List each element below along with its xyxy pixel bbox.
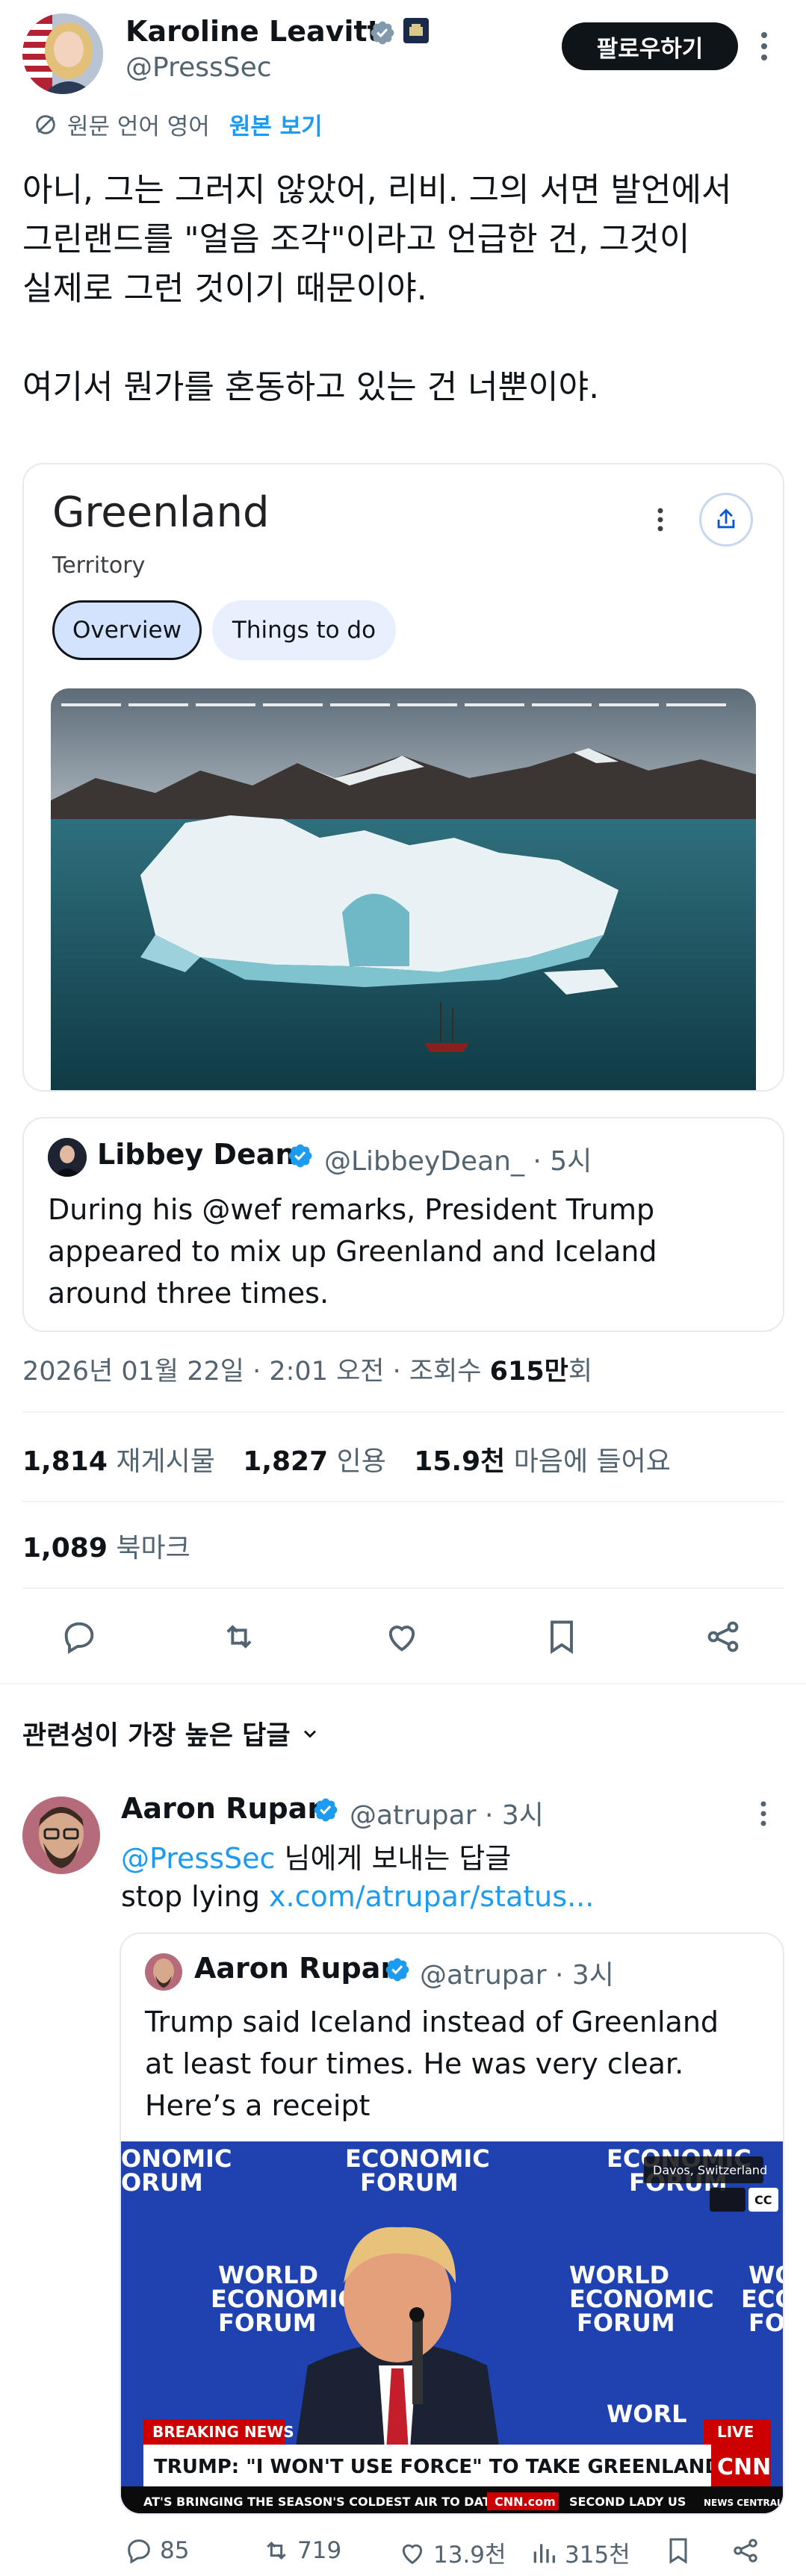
reply-verified-icon	[312, 1796, 339, 1823]
government-affiliation-icon	[403, 18, 429, 43]
reply-author-name[interactable]: Aaron Rupar	[121, 1792, 321, 1825]
news-video-player[interactable]: ONOMICORUM ECONOMICFORUM ECONOMICFORUM W…	[121, 2141, 784, 2513]
replying-to-handle[interactable]: @PressSec	[121, 1842, 275, 1875]
svg-text:FORUM: FORUM	[577, 2309, 675, 2337]
reply-sort-dropdown[interactable]: 관련성이 가장 높은 답글	[22, 1714, 320, 1752]
quotes-stat[interactable]: 1,827 인용	[243, 1446, 386, 1477]
svg-text:FO: FO	[748, 2309, 784, 2337]
retweet-icon[interactable]	[220, 1617, 258, 1656]
show-original-link[interactable]: 원본 보기	[229, 108, 323, 141]
nested-author-name: Aaron Rupar	[194, 1952, 395, 1985]
svg-text:CNN: CNN	[717, 2454, 771, 2480]
divider	[22, 1587, 784, 1589]
share-icon[interactable]	[699, 493, 753, 547]
verified-badge-icon	[369, 19, 396, 46]
retweet-icon	[261, 2536, 291, 2566]
reply-author-avatar[interactable]	[22, 1796, 100, 1874]
reply-retweets-action[interactable]: 719	[261, 2536, 341, 2566]
svg-text:TRUMP: "I WON'T USE FORCE" TO: TRUMP: "I WON'T USE FORCE" TO TAKE GREEN…	[154, 2456, 721, 2478]
greenland-iceberg-image[interactable]	[51, 688, 756, 1090]
author-name[interactable]: Karoline Leavitt	[125, 15, 381, 48]
like-icon	[397, 2538, 427, 2568]
bookmark-icon[interactable]	[663, 2536, 693, 2566]
tab-overview[interactable]: Overview	[52, 600, 202, 660]
replying-to: @PressSec 님에게 보내는 답글	[121, 1842, 512, 1875]
card-more-icon[interactable]	[656, 506, 665, 533]
reply-author-handle: @atrupar · 3시	[350, 1800, 544, 1831]
reply-likes-action[interactable]: 13.9천	[397, 2536, 506, 2569]
svg-text:FORUM: FORUM	[218, 2309, 317, 2337]
quoted-author-name: Libbey Dean	[97, 1138, 296, 1171]
card-subtitle: Territory	[52, 553, 146, 579]
svg-text:FORUM: FORUM	[360, 2168, 459, 2197]
nested-author-avatar	[145, 1953, 182, 1991]
reply-replies-action[interactable]: 85	[124, 2536, 189, 2566]
quoted-verified-icon	[287, 1142, 314, 1169]
follow-button[interactable]: 팔로우하기	[562, 22, 738, 70]
bookmarks-stat[interactable]: 1,089 북마크	[22, 1526, 190, 1565]
bookmark-icon[interactable]	[542, 1617, 581, 1656]
svg-text:CNN.com: CNN.com	[495, 2495, 556, 2509]
svg-text:Davos, Switzerland: Davos, Switzerland	[653, 2163, 767, 2177]
stats-row: 1,814 재게시물 1,827 인용 15.9천 마음에 들어요	[22, 1440, 671, 1478]
tweet-timestamp: 2026년 01월 22일 · 2:01 오전 · 조회수 615만회	[22, 1357, 593, 1387]
share-icon[interactable]	[704, 1617, 743, 1656]
svg-text:CC: CC	[754, 2193, 772, 2207]
translation-source-label: 원문 언어 영어	[67, 113, 210, 140]
divider	[22, 1501, 784, 1502]
svg-text:NEWS CENTRAL: NEWS CENTRAL	[704, 2498, 783, 2508]
retweets-stat[interactable]: 1,814 재게시물	[22, 1446, 215, 1477]
author-avatar[interactable]	[22, 13, 103, 94]
svg-text:SECOND LADY US: SECOND LADY US	[569, 2495, 686, 2509]
tab-things-to-do[interactable]: Things to do	[212, 600, 396, 660]
quoted-tweet-text: During his @wef remarks, President Trump…	[48, 1193, 657, 1310]
translation-bar: 원문 언어 영어 원본 보기	[33, 108, 323, 141]
svg-text:ORUM: ORUM	[121, 2168, 203, 2197]
divider	[22, 1411, 784, 1413]
nested-author-handle: @atrupar · 3시	[420, 1960, 614, 1991]
reply-text: stop lying x.com/atrupar/status...	[121, 1880, 595, 1913]
chevron-down-icon	[300, 1723, 320, 1744]
svg-text:LIVE: LIVE	[717, 2423, 754, 2441]
google-search-card[interactable]: Greenland Territory Overview Things to d…	[22, 463, 784, 1092]
svg-text:AT'S BRINGING THE SEASON'S COL: AT'S BRINGING THE SEASON'S COLDEST AIR T…	[143, 2495, 503, 2509]
like-icon[interactable]	[382, 1617, 421, 1656]
nested-tweet-text: Trump said Iceland instead of Greenland …	[145, 2006, 719, 2122]
tweet-text: 아니, 그는 그러지 않았어, 리비. 그의 서면 발언에서 그린랜드를 "얼음…	[22, 171, 732, 406]
quoted-author-avatar	[48, 1138, 87, 1177]
translate-icon	[33, 112, 58, 137]
quoted-author-handle: @LibbeyDean_ · 5시	[324, 1146, 592, 1177]
nested-verified-icon	[384, 1956, 411, 1983]
svg-text:WORL: WORL	[607, 2400, 687, 2428]
views-count: 615만	[489, 1357, 568, 1387]
more-options-icon[interactable]	[759, 30, 769, 63]
svg-text:BREAKING NEWS: BREAKING NEWS	[152, 2423, 294, 2441]
reply-icon[interactable]	[60, 1617, 99, 1656]
share-icon[interactable]	[731, 2536, 760, 2566]
views-chart-icon	[529, 2538, 559, 2568]
reply-more-icon[interactable]	[759, 1799, 768, 1828]
likes-stat[interactable]: 15.9천 마음에 들어요	[414, 1446, 671, 1477]
reply-quoted-tweet[interactable]: Aaron Rupar @atrupar · 3시 Trump said Ice…	[120, 1932, 784, 2515]
author-handle[interactable]: @PressSec	[125, 52, 272, 83]
reply-views-action[interactable]: 315천	[529, 2536, 630, 2569]
divider	[0, 1683, 806, 1684]
reply-link[interactable]: x.com/atrupar/status...	[269, 1880, 594, 1913]
quoted-tweet[interactable]: Libbey Dean @LibbeyDean_ · 5시 During his…	[22, 1117, 784, 1332]
reply-icon	[124, 2536, 154, 2566]
card-title: Greenland	[52, 488, 270, 537]
